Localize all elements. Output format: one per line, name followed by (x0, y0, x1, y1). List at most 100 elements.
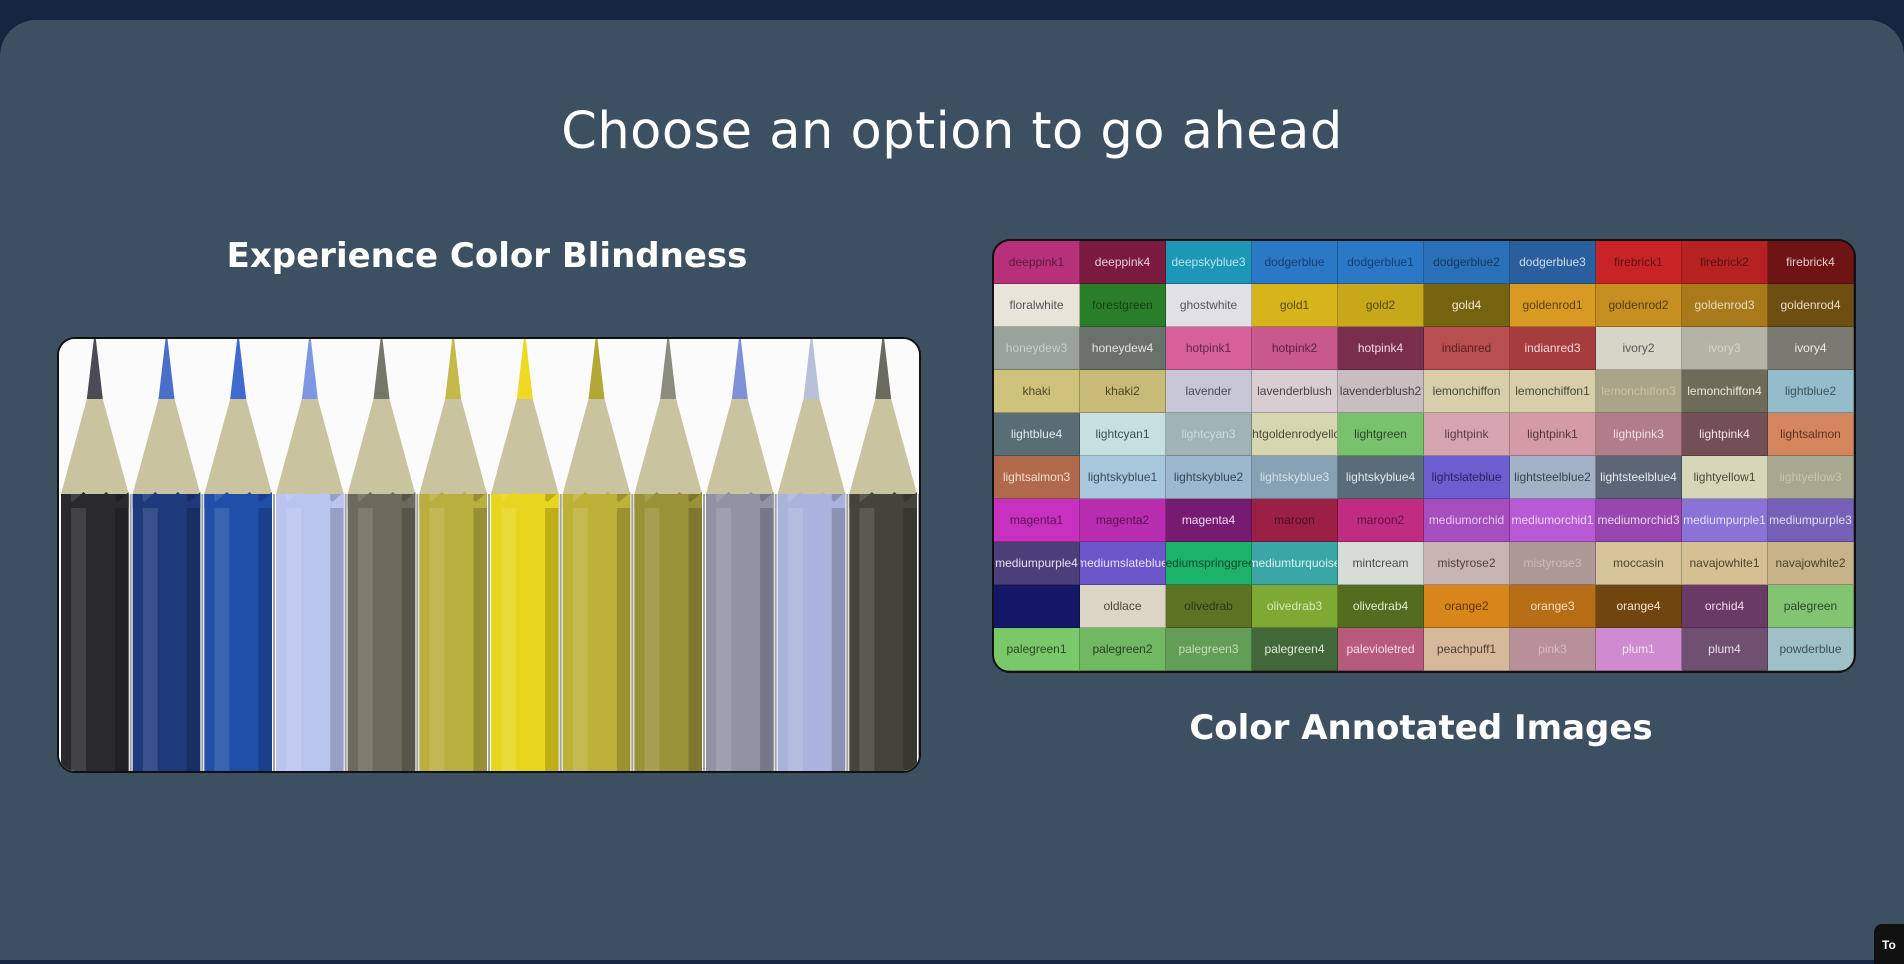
color-swatch-ivory2: ivory2 (1596, 327, 1682, 370)
color-swatch-palegreen: palegreen (1768, 585, 1854, 628)
experience-color-blindness-label[interactable]: Experience Color Blindness (58, 236, 916, 276)
color-swatch-palegreen4: palegreen4 (1252, 628, 1338, 671)
color-swatch-hotpink1: hotpink1 (1166, 327, 1252, 370)
color-swatch-oldlace: oldlace (1080, 585, 1166, 628)
color-swatch-lightpink4: lightpink4 (1682, 413, 1768, 456)
color-swatch-mistyrose2: mistyrose2 (1424, 542, 1510, 585)
color-swatch-lightcyan3: lightcyan3 (1166, 413, 1252, 456)
color-swatch-deeppink1: deeppink1 (994, 241, 1080, 284)
color-swatch-palegreen1: palegreen1 (994, 628, 1080, 671)
color-swatch-floralwhite: floralwhite (994, 284, 1080, 327)
color-swatch-mediumturquoise: mediumturquoise (1252, 542, 1338, 585)
color-swatch-mediumpurple4: mediumpurple4 (994, 542, 1080, 585)
color-swatch-magenta1: magenta1 (994, 499, 1080, 542)
color-swatch-goldenrod1: goldenrod1 (1510, 284, 1596, 327)
color-swatch-plum4: plum4 (1682, 628, 1768, 671)
color-swatch-olivedrab4: olivedrab4 (1338, 585, 1424, 628)
color-swatch-lightcyan1: lightcyan1 (1080, 413, 1166, 456)
color-swatch-orchid4: orchid4 (1682, 585, 1768, 628)
color-swatch-indianred3: indianred3 (1510, 327, 1596, 370)
color-swatch-lemonchiffon: lemonchiffon (1424, 370, 1510, 413)
color-swatch-lightpink1: lightpink1 (1510, 413, 1596, 456)
corner-tab-label: To (1882, 938, 1896, 952)
color-swatch-lightskyblue3: lightskyblue3 (1252, 456, 1338, 499)
color-swatch-ghostwhite: ghostwhite (1166, 284, 1252, 327)
color-swatch-deepskyblue3: deepskyblue3 (1166, 241, 1252, 284)
color-swatch-navajowhite1: navajowhite1 (1682, 542, 1768, 585)
corner-tab[interactable]: To (1874, 924, 1904, 964)
color-swatch-gold2: gold2 (1338, 284, 1424, 327)
color-swatch-navyblue: navyblue (994, 585, 1080, 628)
color-swatch-palevioletred: palevioletred (1338, 628, 1424, 671)
color-annotated-images-label[interactable]: Color Annotated Images (992, 708, 1850, 748)
color-swatch-honeydew3: honeydew3 (994, 327, 1080, 370)
color-swatch-lightskyblue4: lightskyblue4 (1338, 456, 1424, 499)
color-swatch-palegreen3: palegreen3 (1166, 628, 1252, 671)
color-swatch-magenta4: magenta4 (1166, 499, 1252, 542)
color-swatch-mediumslateblue: mediumslateblue (1080, 542, 1166, 585)
color-swatch-mistyrose3: mistyrose3 (1510, 542, 1596, 585)
color-swatch-orange2: orange2 (1424, 585, 1510, 628)
color-swatch-firebrick4: firebrick4 (1768, 241, 1854, 284)
color-swatch-mediumorchid: mediumorchid (1424, 499, 1510, 542)
color-swatch-lightgoldenrodyellow: lightgoldenrodyellow (1252, 413, 1338, 456)
color-swatch-maroon2: maroon2 (1338, 499, 1424, 542)
color-swatch-hotpink2: hotpink2 (1252, 327, 1338, 370)
color-swatch-olivedrab3: olivedrab3 (1252, 585, 1338, 628)
color-swatch-orange3: orange3 (1510, 585, 1596, 628)
color-swatch-khaki: khaki (994, 370, 1080, 413)
color-swatch-mediumorchid1: mediumorchid1 (1510, 499, 1596, 542)
color-swatch-lightsalmon: lightsalmon (1768, 413, 1854, 456)
color-swatch-firebrick1: firebrick1 (1596, 241, 1682, 284)
color-swatch-grid: deeppink1 deeppink4 deepskyblue3 dodgerblue… (994, 241, 1854, 671)
color-swatch-lightsteelblue2: lightsteelblue2 (1510, 456, 1596, 499)
color-swatch-ivory4: ivory4 (1768, 327, 1854, 370)
color-swatch-lightyellow1: lightyellow1 (1682, 456, 1768, 499)
color-swatch-lightskyblue1: lightskyblue1 (1080, 456, 1166, 499)
color-swatch-ivory3: ivory3 (1682, 327, 1768, 370)
color-swatch-pink3: pink3 (1510, 628, 1596, 671)
color-swatch-gold4: gold4 (1424, 284, 1510, 327)
color-swatch-lavenderblush2: lavenderblush2 (1338, 370, 1424, 413)
color-swatch-dodgerblue3: dodgerblue3 (1510, 241, 1596, 284)
color-swatch-lightblue4: lightblue4 (994, 413, 1080, 456)
color-swatch-maroon: maroon (1252, 499, 1338, 542)
color-swatch-indianred: indianred (1424, 327, 1510, 370)
color-swatch-forestgreen: forestgreen (1080, 284, 1166, 327)
color-swatch-lavenderblush: lavenderblush (1252, 370, 1338, 413)
color-swatch-moccasin: moccasin (1596, 542, 1682, 585)
page-title: Choose an option to go ahead (561, 102, 1343, 161)
color-swatch-magenta2: magenta2 (1080, 499, 1166, 542)
color-swatch-powderblue: powderblue (1768, 628, 1854, 671)
colored-pencils-illustration (59, 339, 919, 771)
color-swatch-firebrick2: firebrick2 (1682, 241, 1768, 284)
color-swatch-dodgerblue2: dodgerblue2 (1424, 241, 1510, 284)
color-swatch-lightskyblue2: lightskyblue2 (1166, 456, 1252, 499)
color-swatch-mediumpurple1: mediumpurple1 (1682, 499, 1768, 542)
color-swatch-lightpink: lightpink (1424, 413, 1510, 456)
color-swatch-goldenrod4: goldenrod4 (1768, 284, 1854, 327)
color-swatch-gold1: gold1 (1252, 284, 1338, 327)
color-swatch-lemonchiffon1: lemonchiffon1 (1510, 370, 1596, 413)
color-swatch-plum1: plum1 (1596, 628, 1682, 671)
color-swatch-hotpink4: hotpink4 (1338, 327, 1424, 370)
color-swatch-mediumspringgreen: mediumspringgreen (1166, 542, 1252, 585)
color-swatch-goldenrod2: goldenrod2 (1596, 284, 1682, 327)
color-swatch-goldenrod3: goldenrod3 (1682, 284, 1768, 327)
color-swatch-dodgerblue: dodgerblue (1252, 241, 1338, 284)
color-swatch-khaki2: khaki2 (1080, 370, 1166, 413)
color-annotated-images-image[interactable]: deeppink1 deeppink4 deepskyblue3 dodgerblue… (992, 239, 1856, 673)
color-swatch-mediumorchid3: mediumorchid3 (1596, 499, 1682, 542)
color-swatch-peachpuff1: peachpuff1 (1424, 628, 1510, 671)
color-swatch-lightsalmon3: lightsalmon3 (994, 456, 1080, 499)
color-swatch-honeydew4: honeydew4 (1080, 327, 1166, 370)
color-swatch-palegreen2: palegreen2 (1080, 628, 1166, 671)
color-swatch-olivedrab: olivedrab (1166, 585, 1252, 628)
color-swatch-lightyellow3: lightyellow3 (1768, 456, 1854, 499)
experience-color-blindness-image[interactable] (57, 337, 921, 773)
color-swatch-dodgerblue1: dodgerblue1 (1338, 241, 1424, 284)
color-swatch-navajowhite2: navajowhite2 (1768, 542, 1854, 585)
color-swatch-lightblue2: lightblue2 (1768, 370, 1854, 413)
color-swatch-orange4: orange4 (1596, 585, 1682, 628)
color-swatch-deeppink4: deeppink4 (1080, 241, 1166, 284)
